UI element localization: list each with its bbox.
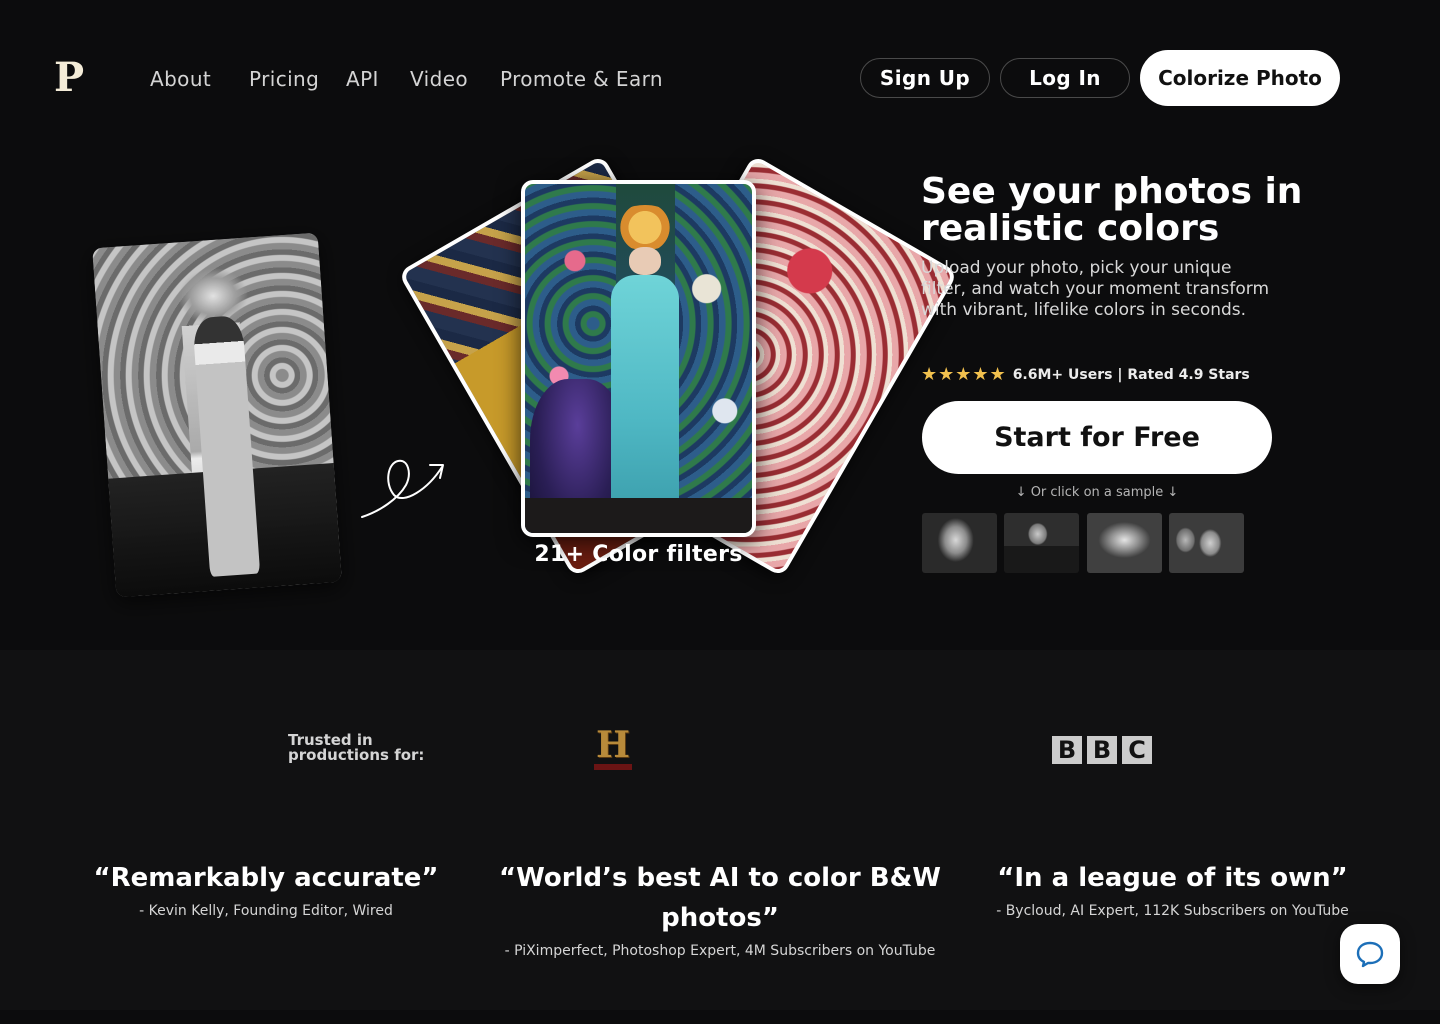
colorized-photo-dress	[611, 274, 680, 513]
start-for-free-button[interactable]: Start for Free	[922, 401, 1272, 474]
colorized-photo-floor	[525, 498, 752, 533]
sample-thumbnail[interactable]	[1169, 513, 1244, 573]
testimonial-quote: “World’s best AI to color B&W photos”	[499, 863, 941, 933]
bw-photo-figure	[192, 315, 260, 577]
testimonial: “World’s best AI to color B&W photos” - …	[490, 858, 950, 960]
rating: ★★★★★ 6.6M+ Users | Rated 4.9 Stars	[921, 364, 1250, 385]
testimonial: “In a league of its own” - Bycloud, AI E…	[980, 858, 1365, 920]
colorized-photo-face	[629, 246, 662, 275]
sample-thumbnail[interactable]	[1087, 513, 1162, 573]
sample-thumbnail[interactable]	[1004, 513, 1079, 573]
testimonial-author: - PiXimperfect, Photoshop Expert, 4M Sub…	[504, 943, 936, 959]
testimonial-quote: “In a league of its own”	[997, 863, 1348, 893]
nav-link-pricing[interactable]: Pricing	[249, 66, 319, 92]
nav-link-promote-earn[interactable]: Promote & Earn	[500, 66, 663, 92]
hero-subtitle: Upload your photo, pick your unique filt…	[921, 258, 1270, 320]
chat-button[interactable]	[1340, 924, 1400, 984]
testimonial-author: - Bycloud, AI Expert, 112K Subscribers o…	[996, 903, 1349, 919]
history-logo-bar	[594, 764, 632, 770]
nav-link-api[interactable]: API	[346, 66, 379, 92]
sign-up-button[interactable]: Sign Up	[860, 58, 990, 98]
rating-text: 6.6M+ Users | Rated 4.9 Stars	[1012, 366, 1250, 383]
history-logo-mark: H	[595, 724, 630, 766]
bbc-logo-letter: B	[1087, 736, 1117, 764]
sample-thumbnail[interactable]	[922, 513, 997, 573]
logo[interactable]: P	[54, 58, 84, 98]
sample-hint: ↓ Or click on a sample ↓	[1015, 485, 1179, 500]
hero-title: See your photos in realistic colors	[921, 171, 1303, 249]
bw-sample-photo	[92, 232, 342, 598]
chat-bubble-icon	[1356, 941, 1384, 968]
nav-link-about[interactable]: About	[150, 66, 211, 92]
testimonial: “Remarkably accurate” - Kevin Kelly, Fou…	[86, 858, 446, 920]
bbc-logo-letter: B	[1052, 736, 1082, 764]
log-in-button[interactable]: Log In	[1000, 58, 1130, 98]
filters-caption: 21+ Color filters	[534, 542, 743, 567]
bbc-logo: B B C	[1052, 736, 1152, 764]
bbc-logo-letter: C	[1122, 736, 1152, 764]
curly-arrow-icon	[361, 459, 444, 518]
colorize-photo-button[interactable]: Colorize Photo	[1140, 50, 1340, 106]
five-star-icon: ★★★★★	[921, 364, 1007, 385]
testimonial-author: - Kevin Kelly, Founding Editor, Wired	[139, 903, 393, 919]
nav-link-video[interactable]: Video	[410, 66, 468, 92]
trusted-label: Trusted in productions for:	[288, 731, 425, 764]
testimonial-quote: “Remarkably accurate”	[93, 863, 439, 893]
history-logo: H	[592, 726, 634, 772]
colorized-photo-card	[521, 180, 756, 537]
